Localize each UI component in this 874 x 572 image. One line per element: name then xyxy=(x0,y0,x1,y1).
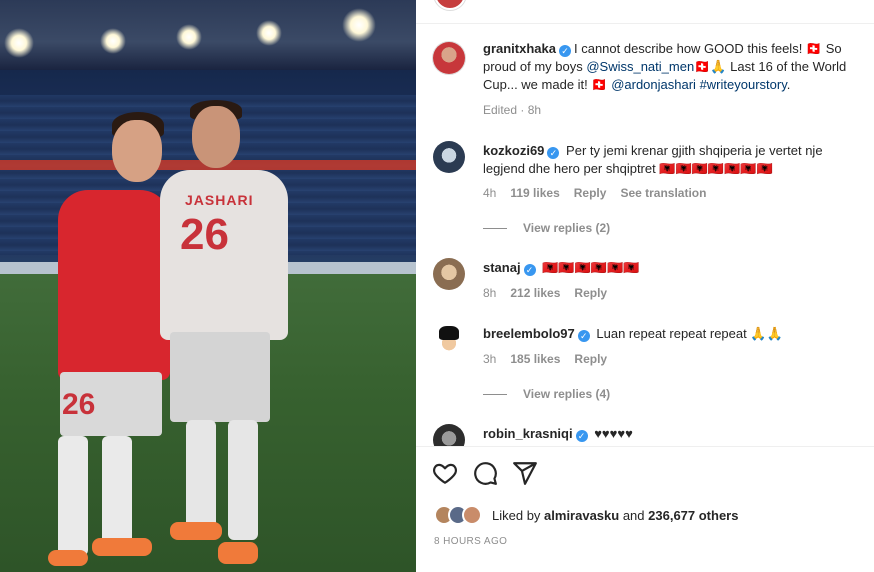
likes-others-link[interactable]: 236,677 others xyxy=(648,508,738,523)
comment-body: ♥♥♥♥♥ xyxy=(594,426,633,441)
floodlight xyxy=(342,8,376,42)
view-replies-label: View replies (2) xyxy=(523,221,611,235)
likes-connector: and xyxy=(619,508,649,523)
username[interactable]: robin_krasniqi xyxy=(483,426,573,441)
player-left-leg xyxy=(102,436,132,546)
avatar[interactable] xyxy=(433,141,465,173)
view-replies-button[interactable]: View replies (4) xyxy=(483,387,610,401)
mention-link[interactable]: @Swiss_nati_men xyxy=(586,59,694,74)
comment-body: 🇦🇱🇦🇱🇦🇱🇦🇱🇦🇱🇦🇱 xyxy=(542,260,640,275)
player-right-boot xyxy=(218,542,258,564)
reply-button[interactable]: Reply xyxy=(574,352,607,366)
comment-meta: 8h 212 likes Reply xyxy=(483,286,621,300)
reply-button[interactable]: Reply xyxy=(574,186,607,200)
likes-prefix: Liked by xyxy=(492,508,545,523)
hashtag-link[interactable]: #writeyourstory xyxy=(700,77,787,92)
player-right-head xyxy=(192,106,240,168)
verified-icon: ✓ xyxy=(523,264,536,276)
player-left-number: 26 xyxy=(62,388,96,421)
divider-line xyxy=(483,394,507,396)
comment-item: robin_krasniqi ✓ ♥♥♥♥♥ xyxy=(416,424,874,446)
share-icon[interactable] xyxy=(512,460,538,486)
view-replies-label: View replies (4) xyxy=(523,387,611,401)
floodlight xyxy=(100,28,126,54)
verified-icon: ✓ xyxy=(558,45,571,57)
section-divider xyxy=(416,446,874,447)
player-left-boot xyxy=(48,550,88,566)
post-header xyxy=(416,0,874,24)
floodlight xyxy=(176,24,202,50)
player-right-shorts xyxy=(170,332,270,422)
caption-text: granitxhaka ✓ I cannot describe how GOOD t… xyxy=(483,40,858,94)
liker-avatar[interactable] xyxy=(462,505,482,525)
post-timestamp[interactable]: 8 HOURS AGO xyxy=(434,536,507,547)
liker-username[interactable]: almiravasku xyxy=(544,508,619,523)
divider-line xyxy=(483,228,507,230)
likes-row: Liked by almiravasku and 236,677 others xyxy=(434,503,854,527)
caption-segment: . xyxy=(786,77,791,92)
username[interactable]: granitxhaka xyxy=(483,41,556,56)
view-replies-button[interactable]: View replies (2) xyxy=(483,221,610,235)
reply-button[interactable]: Reply xyxy=(574,286,607,300)
comments-panel: granitxhaka ✓ I cannot describe how GOOD t… xyxy=(416,0,874,572)
comment-text: breelembolo97 ✓ Luan repeat repeat repeat… xyxy=(483,325,858,343)
comment-time[interactable]: 8h xyxy=(483,286,496,300)
verified-icon: ✓ xyxy=(575,430,588,442)
see-translation-button[interactable]: See translation xyxy=(620,186,706,200)
comment-likes[interactable]: 185 likes xyxy=(510,352,560,366)
caption-meta: Edited · 8h xyxy=(483,103,542,117)
comment-text: kozkozi69 ✓ Per ty jemi krenar gjith shqi… xyxy=(483,142,858,178)
comment-likes[interactable]: 119 likes xyxy=(510,186,559,200)
comment-likes[interactable]: 212 likes xyxy=(510,286,560,300)
player-left-head xyxy=(112,120,162,182)
player-right-boot xyxy=(170,522,222,540)
comment-meta: 4h 119 likes Reply See translation xyxy=(483,186,720,200)
verified-icon: ✓ xyxy=(547,147,560,159)
comment-time[interactable]: 4h xyxy=(483,186,496,200)
username[interactable]: stanaj xyxy=(483,260,521,275)
avatar[interactable] xyxy=(433,424,465,446)
username[interactable]: kozkozi69 xyxy=(483,143,544,158)
floodlight xyxy=(256,20,282,46)
avatar[interactable] xyxy=(433,258,465,290)
mention-link[interactable]: @ardonjashari xyxy=(611,77,696,92)
avatar[interactable] xyxy=(433,324,465,356)
floodlight xyxy=(4,28,34,58)
comment-body: Luan repeat repeat repeat 🙏🙏 xyxy=(596,326,783,341)
player-right-leg xyxy=(186,420,216,530)
heart-icon[interactable] xyxy=(432,460,458,486)
likes-summary: Liked by almiravasku and 236,677 others xyxy=(492,508,738,523)
player-left-shirt xyxy=(58,190,170,380)
comment-text: stanaj ✓ 🇦🇱🇦🇱🇦🇱🇦🇱🇦🇱🇦🇱 xyxy=(483,259,858,277)
username[interactable]: breelembolo97 xyxy=(483,326,575,341)
comment-meta: 3h 185 likes Reply xyxy=(483,352,621,366)
comment-text: robin_krasniqi ✓ ♥♥♥♥♥ xyxy=(483,425,858,443)
avatar[interactable] xyxy=(433,42,465,74)
player-right-leg xyxy=(228,420,258,540)
post-photo[interactable]: 26 JASHARI 26 xyxy=(0,0,416,572)
comment-time[interactable]: 3h xyxy=(483,352,496,366)
player-right-jersey-name: JASHARI xyxy=(185,192,254,208)
verified-icon: ✓ xyxy=(577,330,590,342)
player-right-number: 26 xyxy=(180,210,229,259)
player-left-boot xyxy=(92,538,152,556)
header-avatar[interactable] xyxy=(434,0,466,10)
player-left-leg xyxy=(58,436,88,556)
comment-icon[interactable] xyxy=(472,460,498,486)
